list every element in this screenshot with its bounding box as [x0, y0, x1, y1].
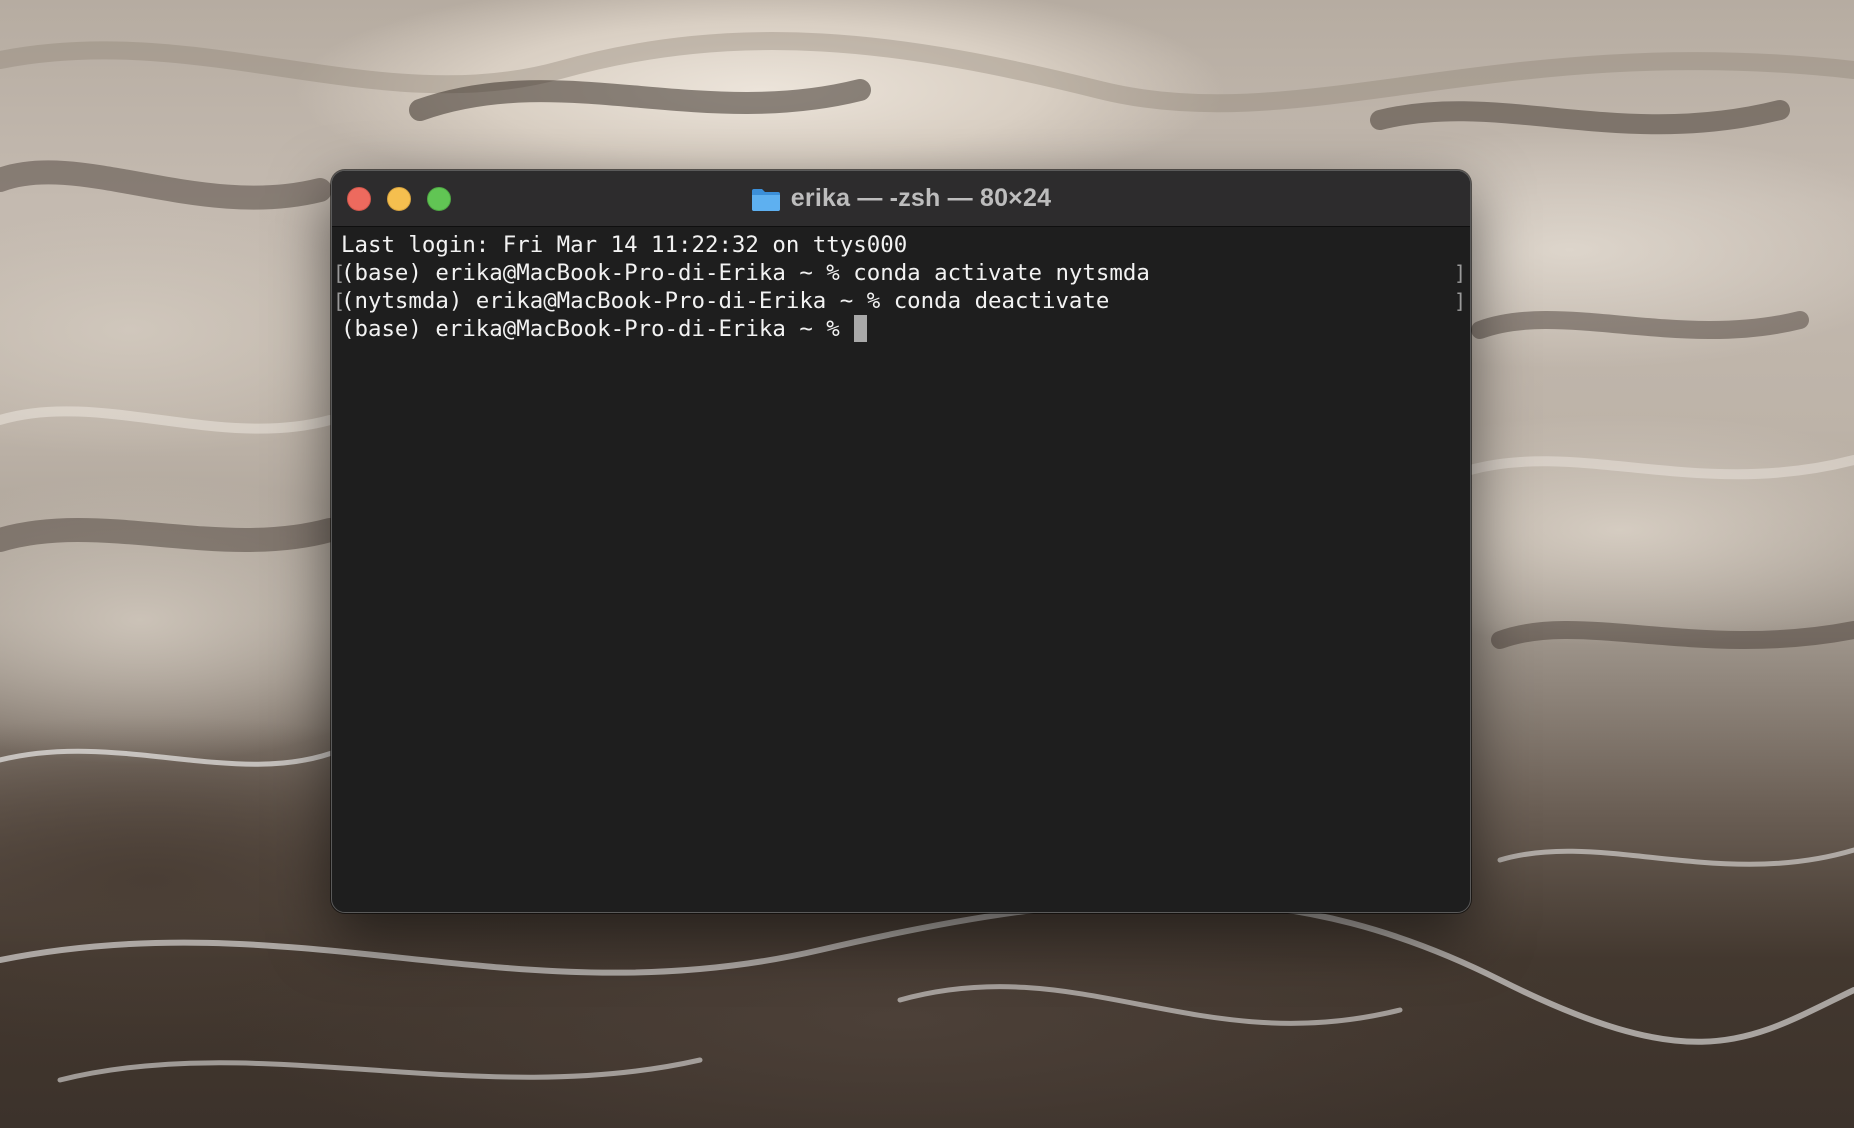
- terminal-line-last-login: Last login: Fri Mar 14 11:22:32 on ttys0…: [341, 231, 1470, 259]
- terminal-output[interactable]: Last login: Fri Mar 14 11:22:32 on ttys0…: [332, 227, 1470, 343]
- terminal-prompt: (base) erika@MacBook-Pro-di-Erika ~ %: [341, 316, 854, 342]
- terminal-line-command: [(nytsmda) erika@MacBook-Pro-di-Erika ~ …: [333, 287, 1470, 315]
- terminal-line-text: (nytsmda) erika@MacBook-Pro-di-Erika ~ %…: [341, 288, 1110, 314]
- mark-bracket-left: [: [333, 289, 346, 313]
- mark-bracket-right: ]: [1453, 261, 1466, 285]
- terminal-line-text: (base) erika@MacBook-Pro-di-Erika ~ % co…: [341, 260, 1150, 286]
- mark-bracket-right: ]: [1453, 289, 1466, 313]
- window-title-area: erika — -zsh — 80×24: [332, 171, 1470, 226]
- terminal-window[interactable]: erika — -zsh — 80×24 Last login: Fri Mar…: [331, 170, 1471, 913]
- terminal-prompt-line[interactable]: (base) erika@MacBook-Pro-di-Erika ~ %: [341, 315, 1470, 343]
- text-cursor: [854, 315, 868, 342]
- window-title: erika — -zsh — 80×24: [790, 184, 1052, 212]
- terminal-line-command: [(base) erika@MacBook-Pro-di-Erika ~ % c…: [333, 259, 1470, 287]
- title-bar[interactable]: erika — -zsh — 80×24: [332, 171, 1470, 227]
- terminal-line-text: Last login: Fri Mar 14 11:22:32 on ttys0…: [341, 232, 908, 258]
- mark-bracket-left: [: [333, 261, 346, 285]
- folder-icon: [751, 188, 780, 211]
